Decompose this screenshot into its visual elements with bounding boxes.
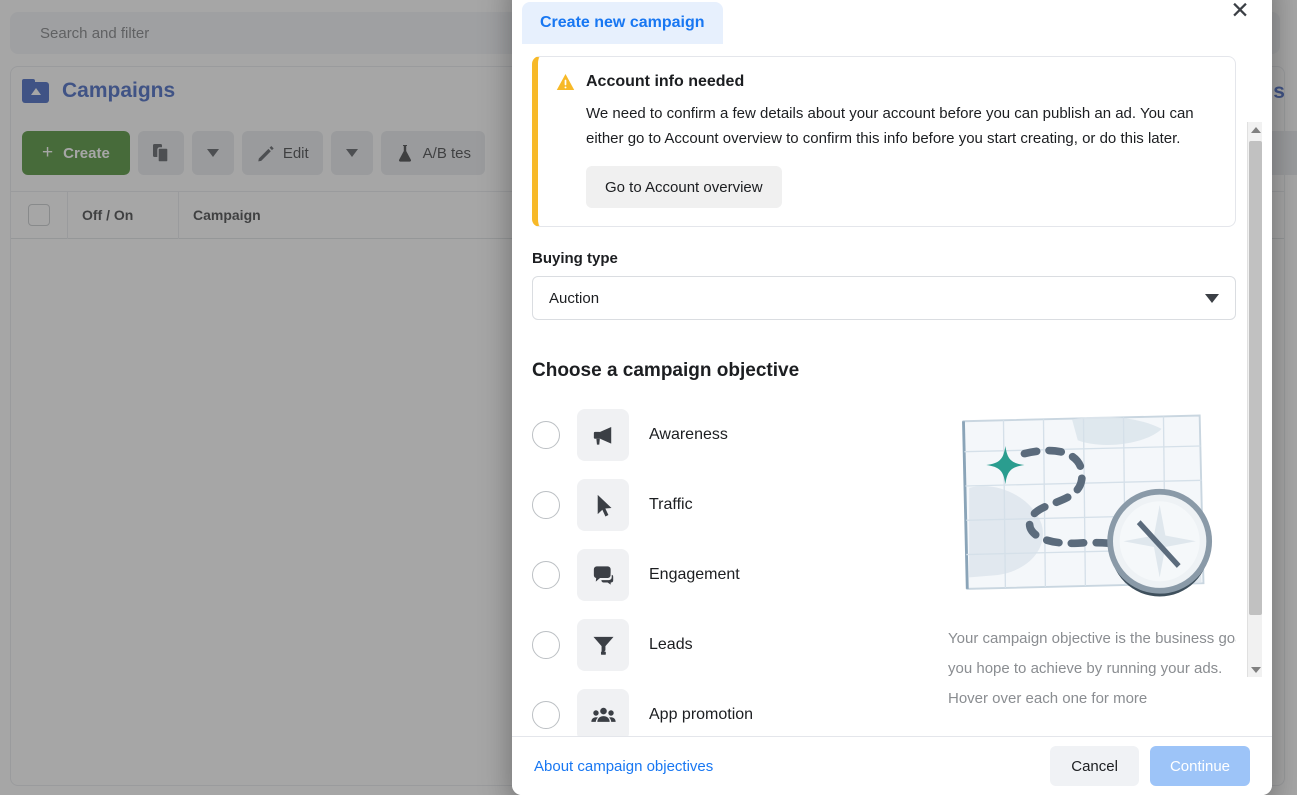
radio-leads[interactable]	[532, 631, 560, 659]
objective-section-title: Choose a campaign objective	[532, 360, 800, 381]
map-compass-illustration	[962, 414, 1213, 597]
go-to-account-overview-button[interactable]: Go to Account overview	[586, 166, 782, 208]
objective-list: Awareness Traffic Engagement Leads App p…	[532, 400, 942, 736]
buying-type-label: Buying type	[532, 250, 618, 267]
create-campaign-dialog: Create new campaign ✕ Account info neede…	[512, 0, 1272, 795]
radio-engagement[interactable]	[532, 561, 560, 589]
alert-body-text: We need to confirm a few details about y…	[586, 105, 1194, 147]
buying-type-value: Auction	[549, 289, 600, 307]
account-info-alert: Account info needed We need to confirm a…	[532, 56, 1236, 227]
warning-triangle-icon	[556, 73, 575, 91]
footer-buttons: Cancel Continue	[1050, 746, 1250, 786]
funnel-icon	[577, 619, 629, 671]
objective-option-engagement[interactable]: Engagement	[532, 540, 942, 610]
objective-option-traffic[interactable]: Traffic	[532, 470, 942, 540]
cancel-button[interactable]: Cancel	[1050, 746, 1139, 786]
objective-option-leads[interactable]: Leads	[532, 610, 942, 680]
objective-label: Awareness	[649, 426, 728, 443]
dialog-header: Create new campaign ✕	[512, 0, 1272, 44]
scrollbar-thumb[interactable]	[1249, 141, 1262, 615]
dialog-scroll-region: Account info needed We need to confirm a…	[532, 44, 1236, 736]
megaphone-icon	[577, 409, 629, 461]
speech-bubbles-icon	[577, 549, 629, 601]
dialog-footer: About campaign objectives Cancel Continu…	[512, 736, 1272, 795]
alert-title-row: Account info needed	[556, 73, 1217, 91]
objective-option-app-promotion[interactable]: App promotion	[532, 680, 942, 736]
chevron-down-icon	[1205, 293, 1219, 303]
dialog-tabs: Create new campaign	[522, 2, 723, 44]
radio-awareness[interactable]	[532, 421, 560, 449]
radio-traffic[interactable]	[532, 491, 560, 519]
objective-label: Engagement	[649, 566, 740, 583]
alert-title: Account info needed	[586, 73, 745, 90]
close-icon[interactable]: ✕	[1224, 0, 1256, 26]
objective-description: Your campaign objective is the business …	[948, 630, 1236, 707]
objective-info-panel: Your campaign objective is the business …	[942, 400, 1236, 736]
objective-label: App promotion	[649, 706, 754, 723]
objective-section: Awareness Traffic Engagement Leads App p…	[532, 400, 1236, 736]
dialog-scrollbar[interactable]	[1247, 122, 1262, 677]
scroll-up-arrow-icon[interactable]	[1248, 122, 1263, 137]
objective-label: Leads	[649, 636, 693, 653]
dialog-body: Account info needed We need to confirm a…	[512, 44, 1272, 736]
radio-app-promotion[interactable]	[532, 701, 560, 729]
objective-option-awareness[interactable]: Awareness	[532, 400, 942, 470]
about-campaign-objectives-link[interactable]: About campaign objectives	[534, 758, 713, 775]
continue-button[interactable]: Continue	[1149, 746, 1250, 786]
buying-type-select[interactable]: Auction	[532, 276, 1236, 320]
scroll-down-arrow-icon[interactable]	[1248, 662, 1263, 677]
people-group-icon	[577, 689, 629, 736]
cursor-arrow-icon	[577, 479, 629, 531]
objective-label: Traffic	[649, 496, 693, 513]
tab-create-new-campaign[interactable]: Create new campaign	[522, 2, 723, 44]
